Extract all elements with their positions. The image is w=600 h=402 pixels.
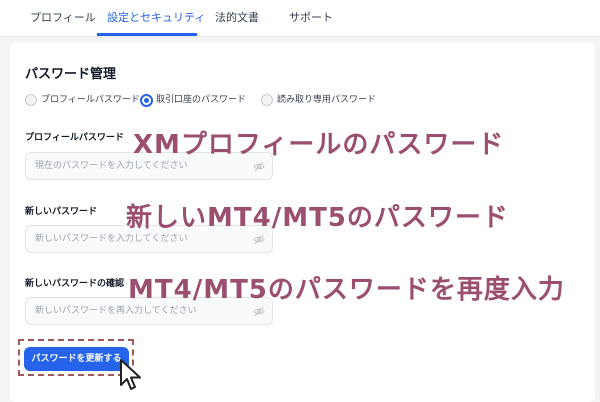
- section-title: パスワード管理: [25, 67, 117, 82]
- tab-settings-security[interactable]: 設定とセキュリティ: [107, 9, 205, 25]
- radio-label: 読み取り専用パスワード: [277, 95, 377, 105]
- radio-circle: [25, 94, 37, 106]
- annotation-profile-password: XMプロフィールのパスワード: [133, 130, 505, 160]
- new-password-input[interactable]: [35, 232, 245, 246]
- tab-support[interactable]: サポート: [289, 9, 333, 25]
- tab-bar: プロフィール 設定とセキュリティ 法的文書 サポート: [0, 0, 600, 37]
- eye-off-icon[interactable]: [253, 161, 265, 172]
- confirm-password-input[interactable]: [35, 304, 245, 318]
- field-label-profile-password: プロフィールパスワード: [25, 133, 124, 143]
- tab-legal-documents[interactable]: 法的文書: [215, 9, 259, 25]
- annotation-confirm-password: MT4/MT5のパスワードを再度入力: [128, 275, 565, 305]
- eye-off-icon[interactable]: [253, 306, 265, 317]
- profile-password-input[interactable]: [35, 159, 245, 173]
- radio-label: 取引口座のパスワード: [156, 95, 247, 105]
- eye-off-icon[interactable]: [253, 234, 265, 245]
- radio-circle-selected: [140, 94, 153, 107]
- active-tab-indicator: [97, 33, 197, 36]
- tab-profile[interactable]: プロフィール: [30, 9, 96, 25]
- radio-label: プロフィールパスワード: [41, 95, 140, 105]
- mouse-pointer-icon: [120, 359, 141, 390]
- annotation-new-password: 新しいMT4/MT5のパスワード: [126, 203, 509, 233]
- field-label-new-password: 新しいパスワード: [25, 207, 98, 217]
- field-label-confirm-password: 新しいパスワードの確認: [25, 279, 125, 289]
- update-password-button[interactable]: パスワードを更新する: [24, 347, 129, 371]
- radio-circle: [261, 94, 273, 106]
